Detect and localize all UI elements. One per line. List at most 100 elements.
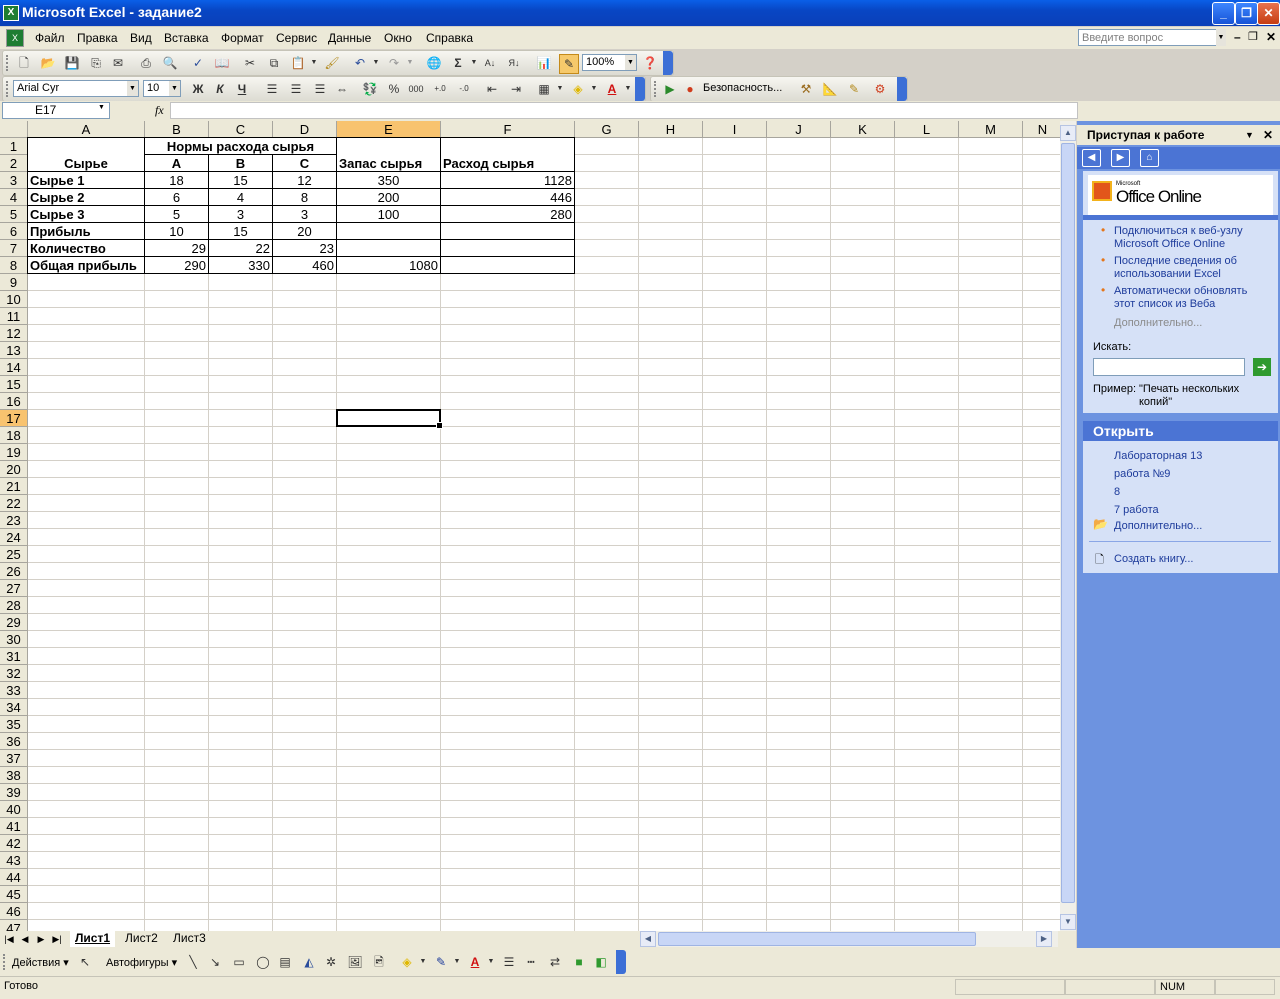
column-header-a[interactable]: A xyxy=(28,121,145,138)
font-dropdown-icon[interactable]: ▼ xyxy=(127,81,138,96)
row-header-32[interactable]: 32 xyxy=(0,665,28,682)
row-header-30[interactable]: 30 xyxy=(0,631,28,648)
name-box[interactable]: E17 xyxy=(2,102,110,119)
sheet-tab-1[interactable]: Лист1 xyxy=(70,931,116,947)
column-header-b[interactable]: B xyxy=(145,121,209,138)
recent-file-4[interactable]: 7 работа xyxy=(1114,504,1159,517)
sheet-tab-3[interactable]: Лист3 xyxy=(168,931,211,947)
forward-icon[interactable]: ▶ xyxy=(1111,149,1130,167)
line-icon[interactable]: ╲ xyxy=(184,953,202,971)
currency-icon[interactable]: 💱 xyxy=(361,80,379,98)
back-icon[interactable]: ◀ xyxy=(1082,149,1101,167)
hyperlink-icon[interactable]: 🌐 xyxy=(425,54,443,72)
cell-d3[interactable]: 12 xyxy=(275,172,334,189)
scroll-right-icon[interactable]: ▶ xyxy=(1036,931,1052,947)
menu-help[interactable]: Справка xyxy=(426,31,473,45)
undo-dropdown-icon[interactable]: ▼ xyxy=(367,54,385,72)
row-header-18[interactable]: 18 xyxy=(0,427,28,444)
vertical-scroll-thumb[interactable] xyxy=(1061,143,1075,903)
column-header-k[interactable]: K xyxy=(831,121,895,138)
row-header-37[interactable]: 37 xyxy=(0,750,28,767)
menu-data[interactable]: Данные xyxy=(328,31,371,45)
home-icon[interactable]: ⌂ xyxy=(1140,149,1159,167)
cell-a8[interactable]: Общая прибыль xyxy=(30,257,142,274)
menu-edit[interactable]: Правка xyxy=(77,31,118,45)
row-header-17[interactable]: 17 xyxy=(0,410,28,427)
spreadsheet-grid[interactable]: A B C D E F G H I J K L M N 1 2 3 4 5 6 7 8 9 10 11 12 13 14 15 16 17 1… xyxy=(0,121,1060,931)
row-header-45[interactable]: 45 xyxy=(0,886,28,903)
cell-e4[interactable]: 200 xyxy=(339,189,438,206)
column-header-e[interactable]: E xyxy=(337,121,441,138)
cell-e2[interactable]: Запас сырья xyxy=(339,155,438,172)
cell-a6[interactable]: Прибыль xyxy=(30,223,142,240)
cell-f5[interactable]: 280 xyxy=(443,206,572,223)
drawing-toggle-icon[interactable]: ✎ xyxy=(559,54,579,74)
recent-file-2[interactable]: работа №9 xyxy=(1114,468,1170,481)
row-header-21[interactable]: 21 xyxy=(0,478,28,495)
cell-b6[interactable]: 10 xyxy=(147,223,206,240)
cell-a3[interactable]: Сырье 1 xyxy=(30,172,142,189)
search-input[interactable] xyxy=(1093,358,1245,376)
row-header-8[interactable]: 8 xyxy=(0,257,28,274)
column-header-m[interactable]: M xyxy=(959,121,1023,138)
help-icon[interactable]: ❓ xyxy=(641,54,659,72)
row-header-14[interactable]: 14 xyxy=(0,359,28,376)
line-style-icon[interactable]: ☰ xyxy=(500,953,518,971)
row-header-35[interactable]: 35 xyxy=(0,716,28,733)
row-header-23[interactable]: 23 xyxy=(0,512,28,529)
cell-c7[interactable]: 22 xyxy=(211,240,270,257)
arrow-icon[interactable]: ↘ xyxy=(206,953,224,971)
cell-c8[interactable]: 330 xyxy=(211,257,270,274)
sort-ascending-icon[interactable]: A↓ xyxy=(481,54,499,72)
menu-insert[interactable]: Вставка xyxy=(164,31,209,45)
link-latest-info[interactable]: Последние сведения об использовании Exce… xyxy=(1114,255,1264,281)
row-header-26[interactable]: 26 xyxy=(0,563,28,580)
chart-wizard-icon[interactable]: 📊 xyxy=(535,54,553,72)
row-header-31[interactable]: 31 xyxy=(0,648,28,665)
ask-dropdown-icon[interactable]: ▼ xyxy=(1216,29,1226,46)
search-go-icon[interactable]: ➔ xyxy=(1253,358,1271,376)
sheet-tab-2[interactable]: Лист2 xyxy=(120,931,163,947)
row-header-12[interactable]: 12 xyxy=(0,325,28,342)
toolbar-options-icon[interactable] xyxy=(616,950,626,974)
create-book-link[interactable]: Создать книгу... xyxy=(1114,553,1193,566)
row-header-5[interactable]: 5 xyxy=(0,206,28,223)
row-header-44[interactable]: 44 xyxy=(0,869,28,886)
menu-window[interactable]: Окно xyxy=(384,31,412,45)
permission-icon[interactable]: ⎘ xyxy=(87,54,105,72)
cell-d4[interactable]: 8 xyxy=(275,189,334,206)
row-header-38[interactable]: 38 xyxy=(0,767,28,784)
increase-indent-icon[interactable]: ⇥ xyxy=(507,80,525,98)
cell-b3[interactable]: 18 xyxy=(147,172,206,189)
align-right-icon[interactable]: ☰ xyxy=(311,80,329,98)
fill-draw-dropdown-icon[interactable]: ▼ xyxy=(414,953,432,971)
cell-d6[interactable]: 20 xyxy=(275,223,334,240)
row-header-1[interactable]: 1 xyxy=(0,138,28,155)
autoshapes-button[interactable]: Автофигуры ▾ xyxy=(106,956,177,969)
format-painter-icon[interactable]: 🖌 xyxy=(323,54,341,72)
next-sheet-icon[interactable]: ▶ xyxy=(34,932,48,946)
column-header-j[interactable]: J xyxy=(767,121,831,138)
cell-b8[interactable]: 290 xyxy=(147,257,206,274)
decrease-indent-icon[interactable]: ⇤ xyxy=(483,80,501,98)
new-icon[interactable]: 🗋 xyxy=(15,54,33,72)
toolbar-grip[interactable] xyxy=(6,55,11,71)
column-header-h[interactable]: H xyxy=(639,121,703,138)
redo-dropdown-icon[interactable]: ▼ xyxy=(401,54,419,72)
borders-dropdown-icon[interactable]: ▼ xyxy=(551,80,569,98)
select-objects-icon[interactable]: ↖ xyxy=(76,953,94,971)
row-header-9[interactable]: 9 xyxy=(0,274,28,291)
scroll-left-icon[interactable]: ◀ xyxy=(640,931,656,947)
row-header-29[interactable]: 29 xyxy=(0,614,28,631)
rectangle-icon[interactable]: ▭ xyxy=(230,953,248,971)
row-header-10[interactable]: 10 xyxy=(0,291,28,308)
menu-file[interactable]: Файл xyxy=(35,31,65,45)
vb-editor-icon[interactable]: ✎ xyxy=(845,80,863,98)
row-header-25[interactable]: 25 xyxy=(0,546,28,563)
link-connect-office-online[interactable]: Подключиться к веб-узлу Microsoft Office… xyxy=(1114,225,1264,251)
column-header-l[interactable]: L xyxy=(895,121,959,138)
draw-actions-button[interactable]: Действия ▾ xyxy=(12,956,69,969)
vertical-scrollbar[interactable]: ▲ ▼ xyxy=(1060,121,1076,931)
arrow-style-icon[interactable]: ⇄ xyxy=(546,953,564,971)
zoom-combo[interactable]: 100% ▼ xyxy=(582,54,637,71)
